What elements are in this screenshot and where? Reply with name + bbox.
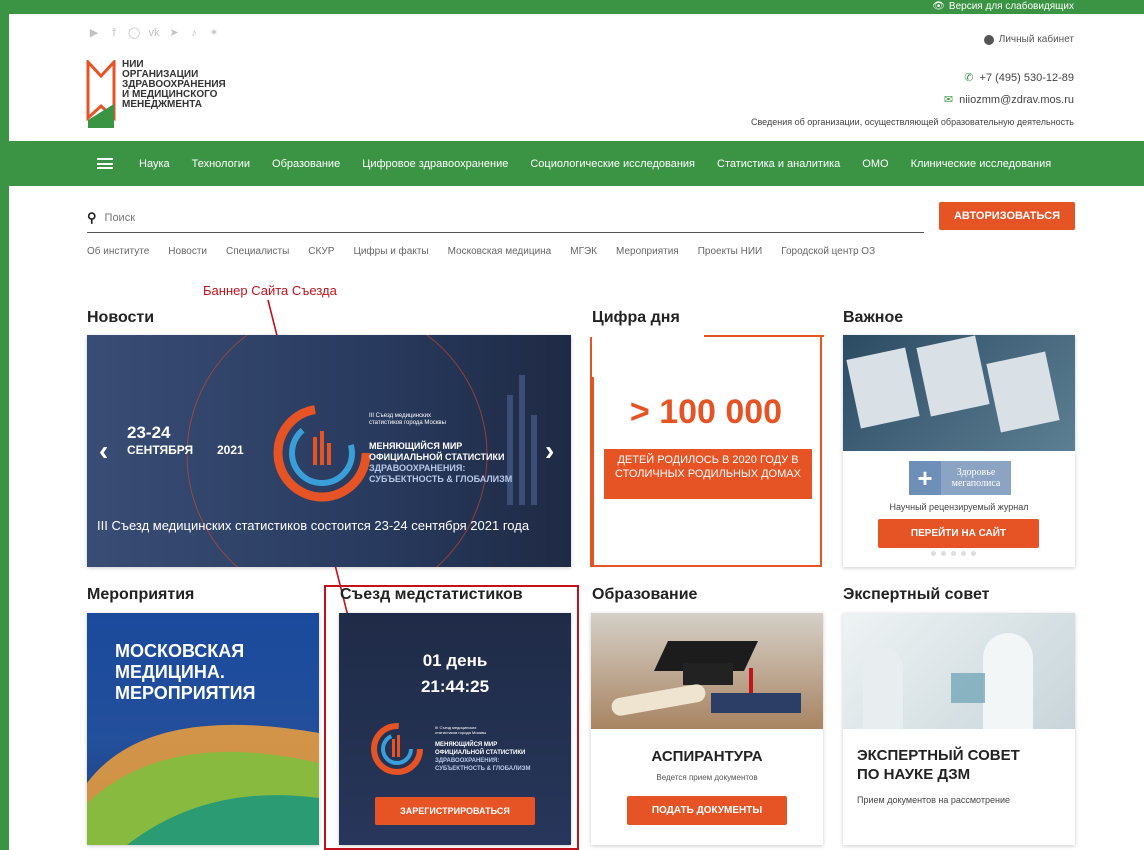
news-caption[interactable]: III Съезд медицинских статистиков состои…: [97, 517, 567, 534]
education-card[interactable]: АСПИРАНТУРА Ведется прием документов ПОД…: [591, 613, 823, 845]
graduation-image: [591, 613, 823, 729]
congress-card-title-line: СУБЪЕКТНОСТЬ & ГЛОБАЛИЗМ: [435, 766, 531, 772]
chevron-left-icon[interactable]: ‹: [99, 435, 108, 467]
digit-caption: ДЕТЕЙ РОДИЛОСЬ В 2020 ГОДУ В СТОЛИЧНЫХ Р…: [604, 449, 812, 499]
plus-icon: +: [909, 461, 941, 495]
congress-subtitle-line: статистиков города Москвы: [369, 420, 446, 426]
section-title-important: Важное: [843, 309, 904, 326]
congress-card-title-line: ОФИЦИАЛЬНОЙ СТАТИСТИКИ: [435, 750, 526, 756]
digit-card: > 100 000 ДЕТЕЙ РОДИЛОСЬ В 2020 ГОДУ В С…: [590, 335, 824, 567]
education-desc: Ведется прием документов: [656, 773, 758, 782]
dot[interactable]: [961, 551, 966, 556]
congress-subtitle-line: III Съезд медицинских: [369, 413, 432, 419]
countdown-time: 21:44:25: [420, 677, 490, 696]
events-heading-line: МОСКОВСКАЯ: [115, 641, 245, 661]
section-title-digit: Цифра дня: [592, 309, 680, 326]
expert-heading: ЭКСПЕРТНЫЙ СОВЕТ ПО НАУКЕ ДЗМ: [857, 746, 1020, 784]
dot[interactable]: [951, 551, 956, 556]
expert-heading-line: ЭКСПЕРТНЫЙ СОВЕТ: [857, 747, 1020, 764]
brand-badge: + Здоровье мегаполиса: [909, 461, 1011, 495]
congress-card-title-line: МЕНЯЮЩИЙСЯ МИР: [435, 742, 498, 748]
congress-title-line: СУБЪЕКТНОСТЬ & ГЛОБАЛИЗМ: [369, 474, 513, 484]
congress-title-line: ОФИЦИАЛЬНОЙ СТАТИСТИКИ: [369, 452, 505, 462]
expert-heading-line: ПО НАУКЕ ДЗМ: [857, 766, 971, 783]
events-heading-line: МЕРОПРИЯТИЯ: [115, 683, 256, 703]
register-button[interactable]: ЗАРЕГИСТРИРОВАТЬСЯ: [375, 797, 535, 825]
events-heading: МОСКОВСКАЯ МЕДИЦИНА. МЕРОПРИЯТИЯ: [115, 641, 255, 704]
news-slider[interactable]: ‹ › 23-24 СЕНТЯБРЯ 2021 III Съезд медици…: [87, 335, 571, 567]
dot[interactable]: [971, 551, 976, 556]
brand-line: мегаполиса: [951, 478, 1001, 489]
dot[interactable]: [931, 551, 936, 556]
countdown-days: 01 день: [422, 651, 488, 670]
doctors-image: [843, 613, 1075, 729]
events-heading-line: МЕДИЦИНА.: [115, 662, 225, 682]
visit-site-button[interactable]: ПЕРЕЙТИ НА САЙТ: [878, 519, 1039, 548]
section-title-expert: Экспертный совет: [843, 586, 990, 603]
news-date-year: 2021: [217, 443, 244, 457]
expert-card[interactable]: ЭКСПЕРТНЫЙ СОВЕТ ПО НАУКЕ ДЗМ Прием доку…: [843, 613, 1075, 845]
events-card[interactable]: МОСКОВСКАЯ МЕДИЦИНА. МЕРОПРИЯТИЯ: [87, 613, 319, 845]
dot[interactable]: [941, 551, 946, 556]
section-title-events: Мероприятия: [87, 586, 195, 603]
magazine-image: [843, 335, 1075, 451]
congress-subtitle: III Съезд медицинских статистиков города…: [369, 413, 446, 427]
brand-line: Здоровье: [956, 467, 996, 478]
chevron-right-icon[interactable]: ›: [545, 435, 554, 467]
congress-logo-icon: [371, 723, 423, 775]
congress-card[interactable]: 01 день 21:44:25 III Съезд медицинских с…: [339, 613, 571, 845]
submit-documents-button[interactable]: ПОДАТЬ ДОКУМЕНТЫ: [627, 796, 787, 825]
congress-title: МЕНЯЮЩИЙСЯ МИР ОФИЦИАЛЬНОЙ СТАТИСТИКИ ЗД…: [369, 441, 512, 485]
digit-value: > 100 000: [629, 393, 783, 431]
section-title-education: Образование: [592, 586, 698, 603]
news-date-days: 23-24: [127, 423, 171, 442]
important-desc: Научный рецензируемый журнал: [889, 502, 1029, 512]
congress-card-title-line: ЗДРАВООХРАНЕНИЯ:: [435, 758, 500, 764]
slider-dots: [931, 551, 976, 556]
important-card[interactable]: + Здоровье мегаполиса Научный рецензируе…: [843, 335, 1075, 567]
congress-card-subtitle-line: статистиков города Москвы: [435, 730, 487, 735]
congress-card-title: МЕНЯЮЩИЙСЯ МИР ОФИЦИАЛЬНОЙ СТАТИСТИКИ ЗД…: [435, 741, 531, 773]
education-heading: АСПИРАНТУРА: [651, 748, 763, 765]
congress-card-subtitle: III Съезд медицинских статистиков города…: [435, 725, 486, 735]
section-title-news: Новости: [87, 309, 155, 326]
congress-title-line: МЕНЯЮЩИЙСЯ МИР: [369, 441, 463, 451]
news-date-month: СЕНТЯБРЯ: [127, 443, 194, 457]
expert-desc: Прием документов на рассмотрение: [857, 795, 1010, 805]
congress-title-line: ЗДРАВООХРАНЕНИЯ:: [369, 463, 466, 473]
